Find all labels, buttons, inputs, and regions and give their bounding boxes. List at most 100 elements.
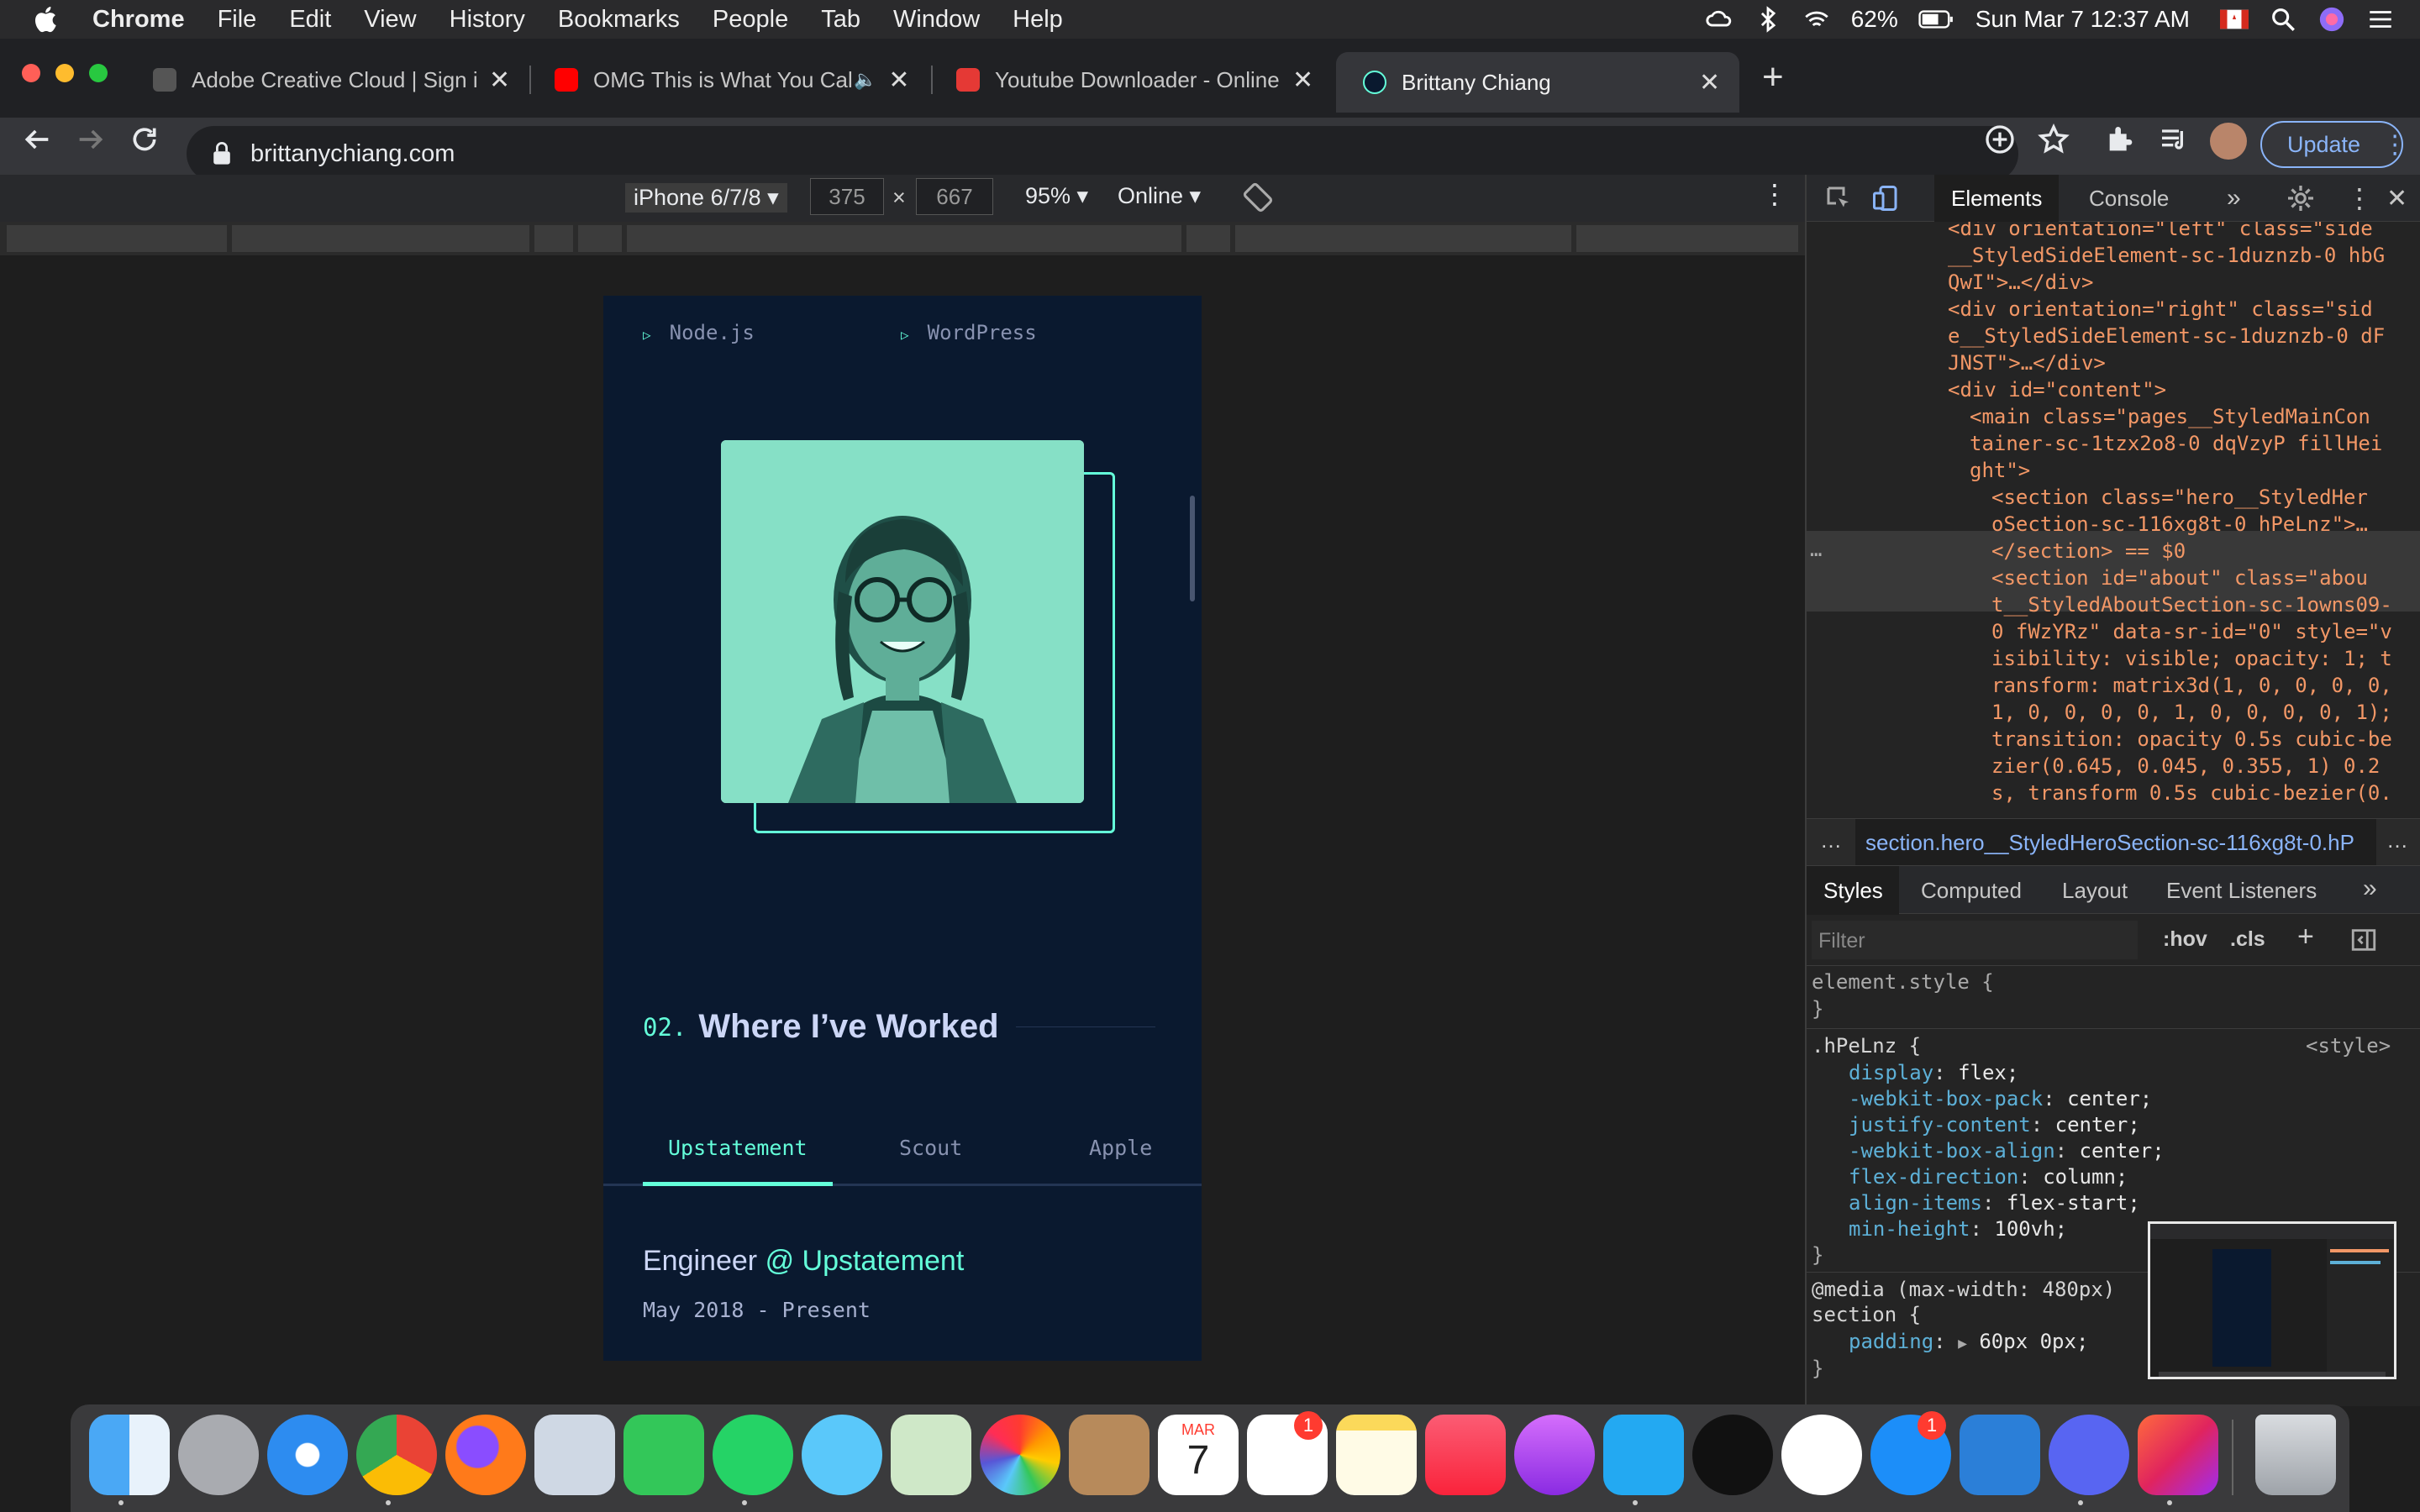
profile-avatar[interactable] [2210,123,2247,160]
tab-brittany-chiang[interactable]: Brittany Chiang ✕ [1336,52,1739,113]
media-controls-icon[interactable] [2158,123,2191,156]
menu-file[interactable]: File [218,6,257,34]
apple-menu-icon[interactable] [32,4,62,34]
window-minimize-button[interactable] [55,64,74,82]
menu-tab[interactable]: Tab [821,6,860,34]
tab-close-icon[interactable]: ✕ [489,66,510,95]
dock-safari-icon[interactable] [267,1415,348,1495]
dom-line[interactable]: 0 fWzYRz" data-sr-id="0" style="v [1991,618,2392,645]
dock-vscode-icon[interactable] [1603,1415,1684,1495]
window-close-button[interactable] [22,64,40,82]
css-declaration[interactable]: display: flex; [1849,1060,2018,1086]
viewport-width-input[interactable]: 375 [810,178,884,215]
dock-firefox-icon[interactable] [445,1415,526,1495]
dom-line[interactable]: 1, 0, 0, 0, 0, 1, 0, 0, 0, 0, 1); [1991,699,2392,726]
dom-line[interactable]: s, transform 0.5s cubic-bezier(0. [1991,780,2392,806]
devtools-tab-elements[interactable]: Elements [1934,175,2060,222]
hover-state-toggle[interactable]: :hov [2163,927,2207,952]
dock-calendar-icon[interactable]: MAR 7 [1158,1415,1239,1495]
dom-line[interactable]: ght"> [1970,457,2030,484]
back-icon[interactable] [20,123,54,156]
dom-line[interactable]: tainer-sc-1tzx2o8-0 dqVzyP fillHei [1970,430,2382,457]
update-chrome-button[interactable]: Update ⋮ [2260,121,2407,168]
ruler-segment[interactable] [534,225,573,252]
dock-creative-cloud-icon[interactable] [2138,1415,2218,1495]
menu-bookmarks[interactable]: Bookmarks [558,6,680,34]
dock-chrome-icon[interactable] [356,1415,437,1495]
dom-line[interactable]: zier(0.645, 0.045, 0.355, 1) 0.2 [1991,753,2380,780]
rule-selector[interactable]: .hPeLnz { [1812,1033,1921,1059]
company-link[interactable]: @ Upstatement [765,1245,965,1277]
devtools-more-tabs-icon[interactable]: » [2210,175,2258,222]
dock-contacts-icon[interactable] [1069,1415,1150,1495]
menu-help[interactable]: Help [1013,6,1063,34]
devtools-close-icon[interactable]: ✕ [2370,175,2420,222]
menu-window[interactable]: Window [893,6,980,34]
dock-screenshot-tool-icon[interactable] [1960,1415,2040,1495]
css-declaration[interactable]: -webkit-box-align: center; [1849,1138,2165,1164]
dom-line[interactable]: <div orientation="right" class="sid [1948,296,2373,323]
dom-line[interactable]: isibility: visible; opacity: 1; t [1991,645,2392,672]
dom-line[interactable]: QwI">…</div> [1948,269,2093,296]
job-tab-apple[interactable]: Apple [1089,1136,1152,1160]
control-center-icon[interactable] [2366,5,2395,34]
job-tab-scout[interactable]: Scout [899,1136,962,1160]
bookmark-star-icon[interactable] [2037,123,2070,156]
new-tab-button[interactable]: + [1762,59,1784,96]
dock-photos-icon[interactable] [980,1415,1060,1495]
extensions-puzzle-icon[interactable] [2104,123,2138,156]
tab-close-icon[interactable]: ✕ [888,66,909,95]
ruler-segment[interactable] [1576,225,1798,252]
device-toggle-icon[interactable] [1870,183,1901,213]
settings-gear-icon[interactable] [2286,183,2316,213]
zoom-select[interactable]: 95% ▾ [1025,183,1088,209]
subtab-styles[interactable]: Styles [1823,878,1883,904]
dom-line[interactable]: __StyledSideElement-sc-1duznzb-0 hbG [1948,242,2385,269]
dom-line[interactable]: e__StyledSideElement-sc-1duznzb-0 dF [1948,323,2385,349]
devtools-tab-console[interactable]: Console [2072,175,2186,222]
dock-maps-icon[interactable] [891,1415,971,1495]
css-declaration[interactable]: justify-content: center; [1849,1112,2140,1138]
dock-podcasts-icon[interactable] [1514,1415,1595,1495]
subtab-computed[interactable]: Computed [1921,878,2022,904]
page-scrollbar-thumb[interactable] [1190,496,1195,601]
subtab-layout[interactable]: Layout [2062,878,2128,904]
new-style-rule-icon[interactable]: + [2297,921,2314,953]
toggle-sidebar-icon[interactable] [2349,926,2378,954]
creative-cloud-status-icon[interactable] [1705,5,1733,34]
dom-line[interactable]: ransform: matrix3d(1, 0, 0, 0, 0, [1991,672,2392,699]
dom-line[interactable]: </section> == $0 [1991,538,2186,564]
dock-discord-icon[interactable] [2049,1415,2129,1495]
dock-messages-icon[interactable] [802,1415,882,1495]
ruler-segment[interactable] [1235,225,1571,252]
canada-flag-input-icon[interactable] [2220,5,2249,34]
menu-view[interactable]: View [364,6,416,34]
rotate-device-icon[interactable] [1242,181,1274,213]
dom-line[interactable]: <div orientation="left" class="side [1948,222,2373,242]
dock-notes-icon[interactable] [1336,1415,1417,1495]
media-query-ruler[interactable] [0,222,1805,255]
menu-edit[interactable]: Edit [289,6,331,34]
dock-news-icon[interactable] [1781,1415,1862,1495]
element-style-selector[interactable]: element.style { [1812,969,1994,995]
tab-adobe-creative-cloud[interactable]: Adobe Creative Cloud | Sign in ✕ [126,52,531,108]
viewport-height-input[interactable]: 667 [916,178,993,215]
class-toggle[interactable]: .cls [2230,927,2265,952]
elements-dom-tree[interactable]: … <div orientation="left" class="side __… [1807,222,2420,818]
menu-people[interactable]: People [713,6,788,34]
lock-icon[interactable] [212,142,232,165]
inspect-element-icon[interactable] [1823,183,1854,213]
dock-facetime-icon[interactable] [623,1415,704,1495]
dock-launchpad-icon[interactable] [178,1415,259,1495]
breadcrumb-overflow-icon[interactable]: … [2386,827,2408,853]
ruler-segment[interactable] [578,225,622,252]
screenshot-preview-thumbnail[interactable] [2148,1221,2396,1379]
network-throttle-select[interactable]: Online ▾ [1118,183,1201,209]
dom-line[interactable]: oSection-sc-116xg8t-0 hPeLnz">… [1991,511,2368,538]
subtab-more-icon[interactable]: » [2363,874,2377,903]
job-tab-upstatement[interactable]: Upstatement [668,1136,808,1160]
dom-line[interactable]: <section id="about" class="abou [1991,564,2368,591]
tab-close-icon[interactable]: ✕ [1292,66,1313,95]
tab-close-icon[interactable]: ✕ [1699,68,1720,97]
ruler-segment[interactable] [232,225,529,252]
